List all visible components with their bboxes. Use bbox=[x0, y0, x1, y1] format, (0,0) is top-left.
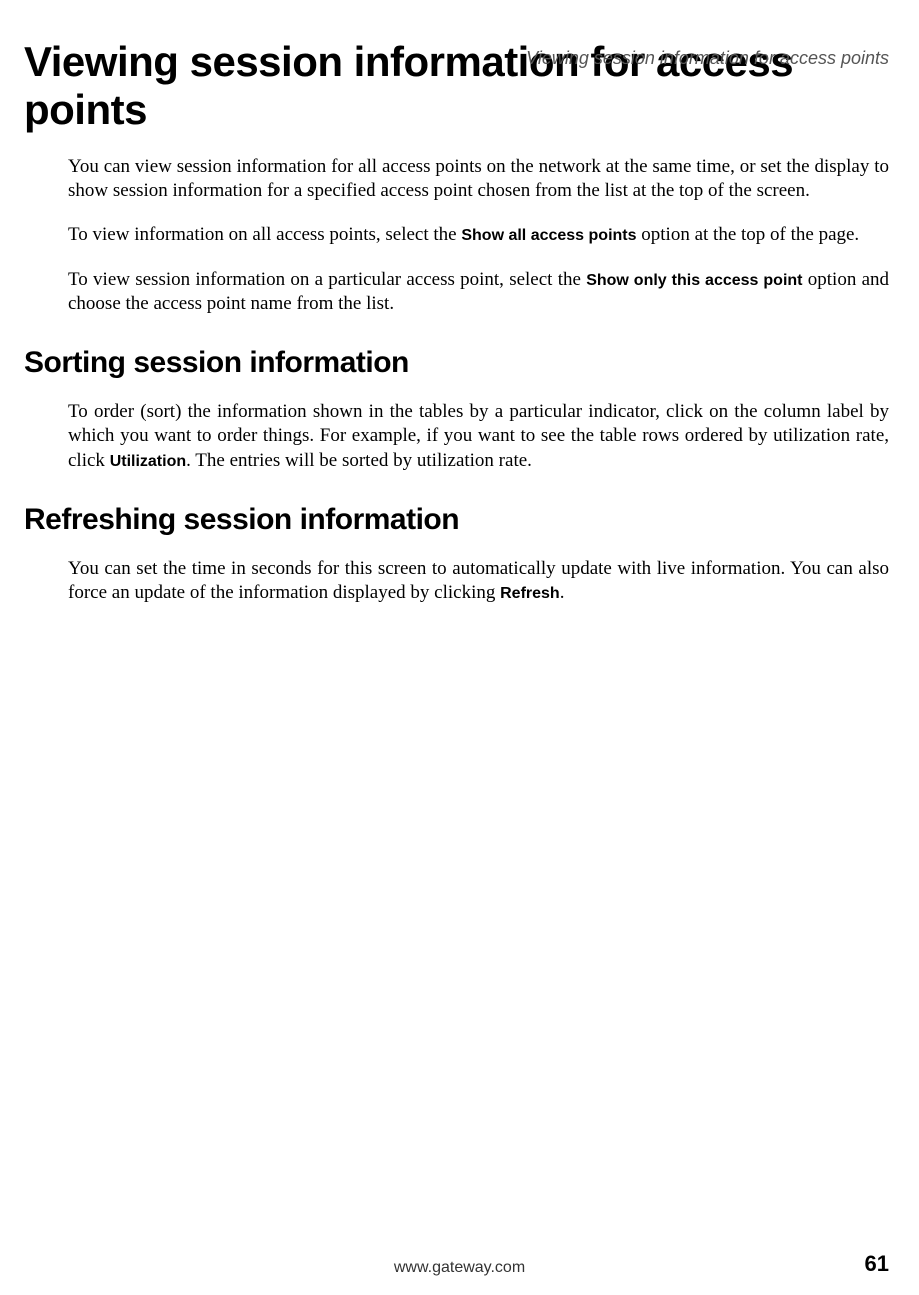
page-number: 61 bbox=[865, 1251, 889, 1277]
utilization-label: Utilization bbox=[110, 453, 186, 470]
section-title-refreshing: Refreshing session information bbox=[24, 503, 889, 537]
para3-text-a: To view session information on a particu… bbox=[68, 269, 586, 290]
show-all-access-points-label: Show all access points bbox=[461, 227, 636, 244]
running-header: Viewing session information for access p… bbox=[526, 48, 889, 69]
sorting-text-c: . The entries will be sorted by utilizat… bbox=[186, 450, 532, 471]
refresh-label: Refresh bbox=[500, 585, 560, 602]
para2-text-c: option at the top of the page. bbox=[637, 224, 860, 245]
footer-url: www.gateway.com bbox=[0, 1259, 919, 1277]
refreshing-paragraph: You can set the time in seconds for this… bbox=[68, 557, 889, 606]
refreshing-text-a: You can set the time in seconds for this… bbox=[68, 558, 889, 603]
para2-text-a: To view information on all access points… bbox=[68, 224, 461, 245]
section-title-sorting: Sorting session information bbox=[24, 346, 889, 380]
sorting-paragraph: To order (sort) the information shown in… bbox=[68, 400, 889, 473]
page-footer: www.gateway.com 61 bbox=[0, 1259, 919, 1277]
intro-paragraph-3: To view session information on a particu… bbox=[68, 268, 889, 317]
intro-paragraph-2: To view information on all access points… bbox=[68, 223, 889, 247]
intro-paragraph-1: You can view session information for all… bbox=[68, 155, 889, 204]
show-only-this-access-point-label: Show only this access point bbox=[586, 272, 802, 289]
refreshing-text-c: . bbox=[560, 582, 565, 603]
